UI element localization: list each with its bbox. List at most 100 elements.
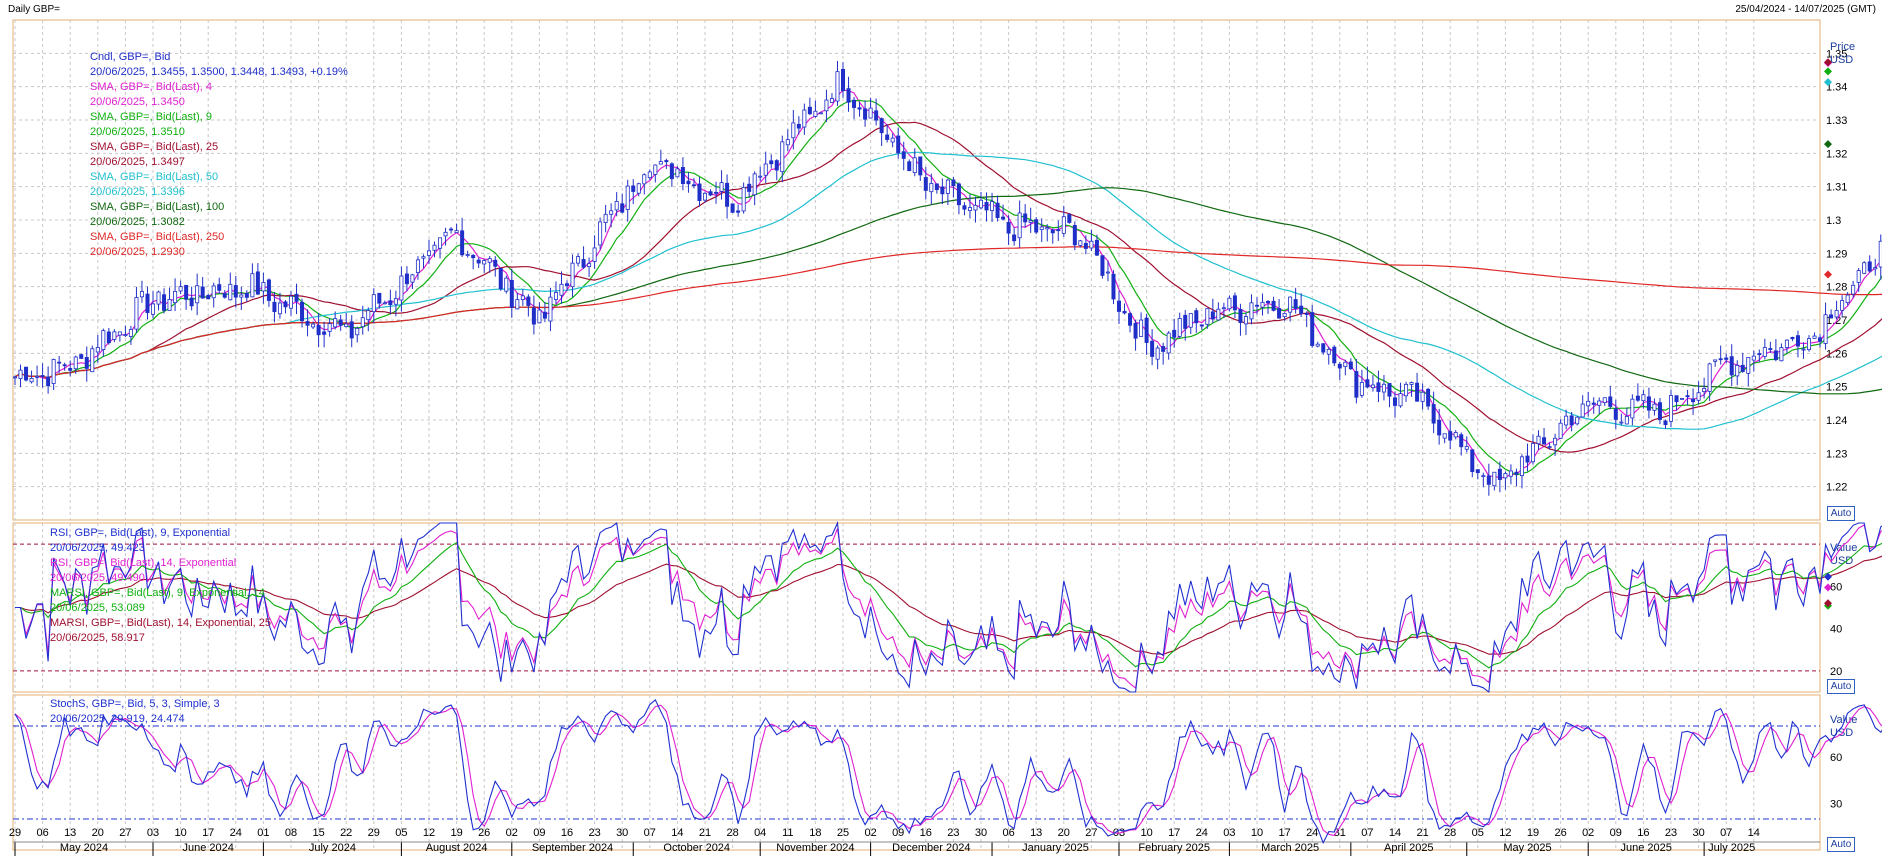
candle-body (294, 293, 299, 302)
candle-body (1486, 475, 1491, 485)
candle-body (1293, 299, 1298, 309)
candle-body (388, 300, 393, 306)
x-tick-label: 26 (478, 827, 490, 839)
candle-body (1166, 332, 1171, 354)
candle-body (1012, 234, 1017, 242)
candle-body (1387, 383, 1392, 397)
candle-body (24, 366, 29, 381)
x-tick-label: 16 (561, 827, 573, 839)
candle-body (1751, 355, 1756, 361)
candle-body (1194, 310, 1199, 324)
candle-body (150, 303, 155, 315)
candle-body (46, 376, 51, 387)
candle-body (465, 254, 470, 256)
candle-body (1575, 416, 1580, 425)
rsi-legend-value: 20/06/2025, 49.423 (50, 542, 145, 554)
legend-label: SMA, GBP=, Bid(Last), 4 (90, 81, 212, 93)
candle-body (918, 156, 923, 176)
candle-body (973, 204, 978, 211)
candle-body (410, 274, 415, 283)
y-tick-label: 1.23 (1826, 448, 1847, 460)
candle-body (956, 183, 961, 206)
candle-body (211, 285, 216, 299)
candle-body (747, 183, 752, 192)
rsi-y-tick-label: 20 (1830, 666, 1842, 678)
candle-body (868, 107, 873, 119)
candle-body (272, 301, 277, 313)
candle-body (984, 201, 989, 211)
candle-body (1497, 468, 1502, 480)
candle-body (664, 160, 669, 163)
candle-body (647, 171, 652, 179)
candle-body (1072, 224, 1077, 246)
candle-body (509, 279, 514, 308)
candle-body (841, 68, 846, 92)
candle-body (857, 107, 862, 110)
candle-body (178, 286, 183, 292)
candle-body (1503, 473, 1508, 479)
candle-body (40, 375, 45, 377)
candle-body (1586, 400, 1591, 407)
y-tick-label: 1.22 (1826, 482, 1847, 494)
candle-body (371, 294, 376, 313)
x-tick-label: 02 (1582, 827, 1594, 839)
candle-body (134, 297, 139, 330)
candle-body (482, 260, 487, 265)
candle-body (780, 141, 785, 173)
legend-value: 20/06/2025, 1.2930 (90, 246, 185, 258)
x-tick-label: 20 (1058, 827, 1070, 839)
candle-body (244, 292, 249, 298)
candle-body (73, 356, 78, 370)
candle-body (940, 186, 945, 195)
candle-body (1326, 349, 1331, 355)
auto-scale-button-rsi[interactable]: Auto (1827, 679, 1855, 694)
x-tick-label: 24 (230, 827, 242, 839)
candle-body (90, 348, 95, 373)
candle-body (852, 99, 857, 108)
legend-value: 20/06/2025, 1.3497 (90, 156, 185, 168)
candle-body (609, 210, 614, 215)
candle-body (1409, 382, 1414, 385)
candle-body (18, 369, 23, 380)
candle-body (228, 283, 233, 301)
candle-body (1784, 339, 1789, 348)
candle-body (1315, 343, 1320, 347)
auto-scale-button-price[interactable]: Auto (1827, 506, 1855, 521)
candle-body (84, 357, 89, 369)
x-tick-label: 12 (423, 827, 435, 839)
candle-body (1762, 347, 1767, 357)
candle-body (515, 299, 520, 310)
stoch-legend-value: 20/06/2025, 29.919, 24.474 (50, 713, 185, 725)
candle-body (708, 191, 713, 196)
auto-scale-button-stoch[interactable]: Auto (1827, 837, 1855, 852)
x-tick-label: 23 (588, 827, 600, 839)
candle-body (559, 283, 564, 296)
legend-label: SMA, GBP=, Bid(Last), 100 (90, 201, 224, 213)
month-label: June 2025 (1620, 842, 1671, 854)
candle-body (703, 192, 708, 201)
candle-body (824, 99, 829, 112)
candle-body (1702, 388, 1707, 392)
candle-body (1321, 343, 1326, 353)
candle-body (1624, 416, 1629, 425)
candle-body (1812, 335, 1817, 339)
candle-body (874, 110, 879, 121)
candle-body (1646, 396, 1651, 411)
candle-body (1161, 346, 1166, 352)
candle-body (471, 255, 476, 259)
candle-body (449, 228, 454, 231)
month-label: December 2024 (892, 842, 970, 854)
candle-body (1365, 379, 1370, 388)
candle-body (51, 359, 56, 384)
candle-body (1680, 397, 1685, 400)
candle-body (1746, 356, 1751, 374)
candle-body (769, 160, 774, 165)
candle-body (1619, 421, 1624, 424)
candle-body (995, 202, 1000, 219)
candle-body (1856, 270, 1861, 283)
candle-body (979, 199, 984, 209)
x-tick-label: 15 (312, 827, 324, 839)
candle-body (901, 151, 906, 159)
candle-body (741, 187, 746, 212)
candle-body (736, 210, 741, 213)
